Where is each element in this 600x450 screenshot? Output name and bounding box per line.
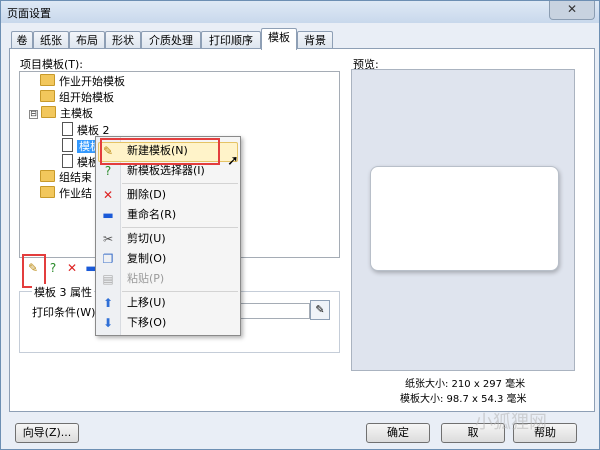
condition-editor-button[interactable]: ✎ [310,300,330,320]
print-condition-label: 打印条件(W): [32,306,100,319]
preview-template-card [370,166,559,271]
document-icon [62,154,73,168]
watermark: 小狐狸网 [475,412,547,433]
highlight-box [100,138,220,165]
tab-paper[interactable]: 纸张 [33,31,69,49]
mouse-cursor-icon: ➚ [227,153,239,169]
print-condition-input[interactable] [238,303,310,319]
delete-icon[interactable]: ✕ [64,260,80,276]
rename-icon: ▬ [102,208,114,222]
edit-icon: ✎ [315,303,325,316]
tree-item[interactable]: 作业开始模板 [20,74,339,90]
menu-item-copy[interactable]: ❐ 复制(O) [96,249,240,269]
help-wizard-icon: ? [104,164,112,178]
tab-layout[interactable]: 布局 [69,31,105,49]
folder-icon [40,170,55,182]
tree-item[interactable]: ⊟ 主模板 [20,106,339,122]
template-size-text: 模板大小: 98.7 x 54.3 毫米 [400,394,527,405]
menu-item-move-up[interactable]: ⬆ 上移(U) [96,293,240,313]
title-bar: 页面设置 ✕ [1,1,599,23]
tab-volume[interactable]: 卷 [11,31,33,49]
tab-print-order[interactable]: 打印顺序 [201,31,261,49]
menu-item-paste: ▤ 粘贴(P) [102,272,165,286]
tree-item[interactable]: 组开始模板 [20,90,339,106]
template-tree-label: 项目模板(T): [20,58,84,71]
tab-template[interactable]: 模板 [261,28,297,50]
copy-icon: ❐ [102,252,114,266]
wizard-button[interactable]: 向导(Z)... [15,423,79,443]
help-wizard-icon[interactable]: ? [45,260,61,276]
highlight-box [22,254,46,288]
context-menu: ✎ 新建模板(N) ? 新模板选择器(I) ✕ 删除(D) ▬ 重命名(R) ✂… [95,136,241,336]
document-icon [62,122,73,136]
folder-icon [40,186,55,198]
folder-icon [40,90,55,102]
folder-icon [40,74,55,86]
cut-icon: ✂ [102,232,114,246]
page-setup-dialog: 页面设置 ✕ 卷 纸张 布局 形状 介质处理 打印顺序 模板 背景 项目模板(T… [0,0,600,450]
tab-media[interactable]: 介质处理 [141,31,201,49]
document-icon [62,138,73,152]
folder-open-icon [41,106,56,118]
collapse-icon[interactable]: ⊟ [29,110,38,119]
arrow-down-icon: ⬇ [102,316,114,330]
menu-item-move-down[interactable]: ⬇ 下移(O) [96,313,240,333]
ok-button[interactable]: 确定 [366,423,430,443]
window-title: 页面设置 [7,7,51,20]
delete-icon: ✕ [102,188,114,202]
paper-size-text: 纸张大小: 210 x 297 毫米 [405,379,526,390]
close-button[interactable]: ✕ [549,1,595,20]
tab-shape[interactable]: 形状 [105,31,141,49]
menu-item-rename[interactable]: ▬ 重命名(R) [96,205,240,225]
menu-item-cut[interactable]: ✂ 剪切(U) [96,229,240,249]
menu-item-delete[interactable]: ✕ 删除(D) [96,185,240,205]
arrow-up-icon: ⬆ [102,296,114,310]
properties-header: 模板 3 属性 [32,284,94,300]
paste-icon: ▤ [102,272,114,286]
tab-background[interactable]: 背景 [297,31,333,49]
close-icon: ✕ [566,2,578,16]
